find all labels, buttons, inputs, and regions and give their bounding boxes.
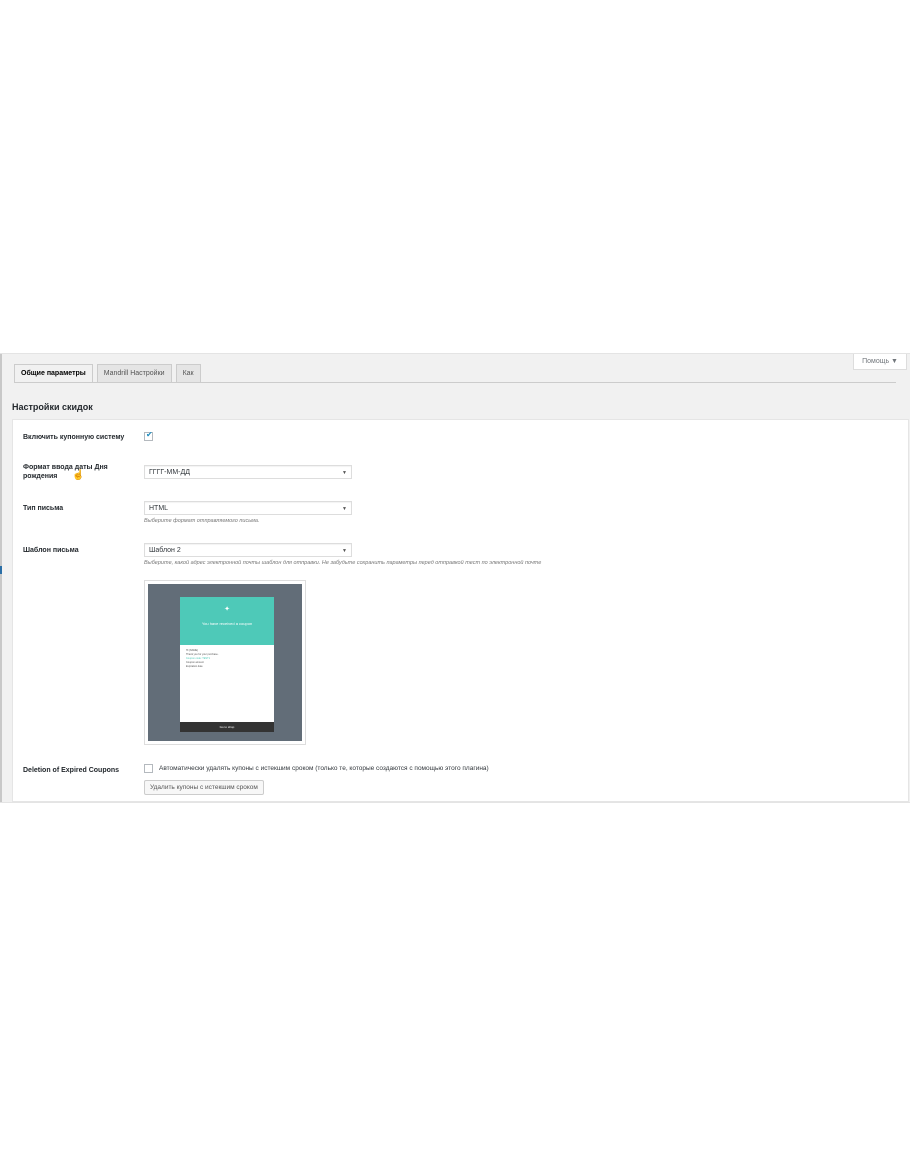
tab-howto[interactable]: Как — [175, 364, 201, 382]
email-footer-button: Go to shop — [180, 722, 274, 732]
birthday-format-value: ГГГГ-ММ-ДД — [149, 469, 190, 476]
admin-sidebar-edge — [0, 354, 2, 802]
settings-panel: Включить купонную систему ✔ Формат ввода… — [12, 419, 909, 802]
mail-template-description: Выберите, какой адрес электронной почты … — [144, 560, 542, 566]
email-body: Hi {NAME} Thank you for your purchase. C… — [180, 645, 274, 673]
settings-app: Помощь ▼ Общие параметры Mandrill Настро… — [0, 353, 910, 803]
section-title: Настройки скидок — [12, 402, 93, 412]
mail-type-select[interactable]: HTML ▼ — [144, 501, 352, 515]
tab-divider — [14, 382, 896, 383]
mail-template-label: Шаблон письма — [23, 547, 79, 554]
enable-coupons-label: Включить купонную систему — [23, 434, 125, 441]
help-button[interactable]: Помощь ▼ — [853, 354, 907, 370]
auto-delete-label: Автоматически удалять купоны с истекшим … — [159, 765, 489, 772]
delete-expired-button[interactable]: Удалить купоны с истекшим сроком — [144, 780, 264, 795]
email-template-preview: ✦ You have received a coupon Hi {NAME} T… — [144, 580, 306, 745]
mail-type-label: Тип письма — [23, 505, 64, 512]
deletion-label: Deletion of Expired Coupons — [23, 767, 120, 774]
deletion-checkbox-row: Автоматически удалять купоны с истекшим … — [144, 764, 489, 773]
dropdown-arrow-icon: ▼ — [342, 506, 347, 512]
email-card: ✦ You have received a coupon Hi {NAME} T… — [180, 597, 274, 732]
email-line: Expiration date — [186, 665, 203, 668]
dropdown-arrow-icon: ▼ — [342, 548, 347, 554]
checkmark-icon: ✔ — [146, 430, 153, 439]
email-heading: You have received a coupon — [201, 621, 253, 626]
tab-bar: Общие параметры Mandrill Настройки Как — [14, 364, 205, 383]
mail-template-select[interactable]: Шаблон 2 ▼ — [144, 543, 352, 557]
birthday-format-select[interactable]: ГГГГ-ММ-ДД ▼ — [144, 465, 352, 479]
admin-sidebar-indicator — [0, 566, 2, 574]
hand-cursor-icon: ☝ — [72, 470, 85, 481]
email-header: ✦ You have received a coupon — [180, 597, 274, 645]
mail-type-value: HTML — [149, 505, 169, 512]
tab-general[interactable]: Общие параметры — [14, 364, 93, 383]
preview-background: ✦ You have received a coupon Hi {NAME} T… — [148, 584, 302, 741]
enable-coupons-checkbox[interactable]: ✔ — [144, 430, 153, 441]
birthday-format-label: Формат ввода даты Дня рождения — [23, 464, 108, 480]
tab-mandrill[interactable]: Mandrill Настройки — [96, 364, 172, 382]
sparkle-icon: ✦ — [224, 606, 230, 613]
dropdown-arrow-icon: ▼ — [342, 470, 347, 476]
mail-type-description: Выберите формат отправляемого письма. — [144, 518, 260, 524]
mail-template-value: Шаблон 2 — [149, 547, 181, 554]
auto-delete-checkbox[interactable] — [144, 764, 153, 773]
